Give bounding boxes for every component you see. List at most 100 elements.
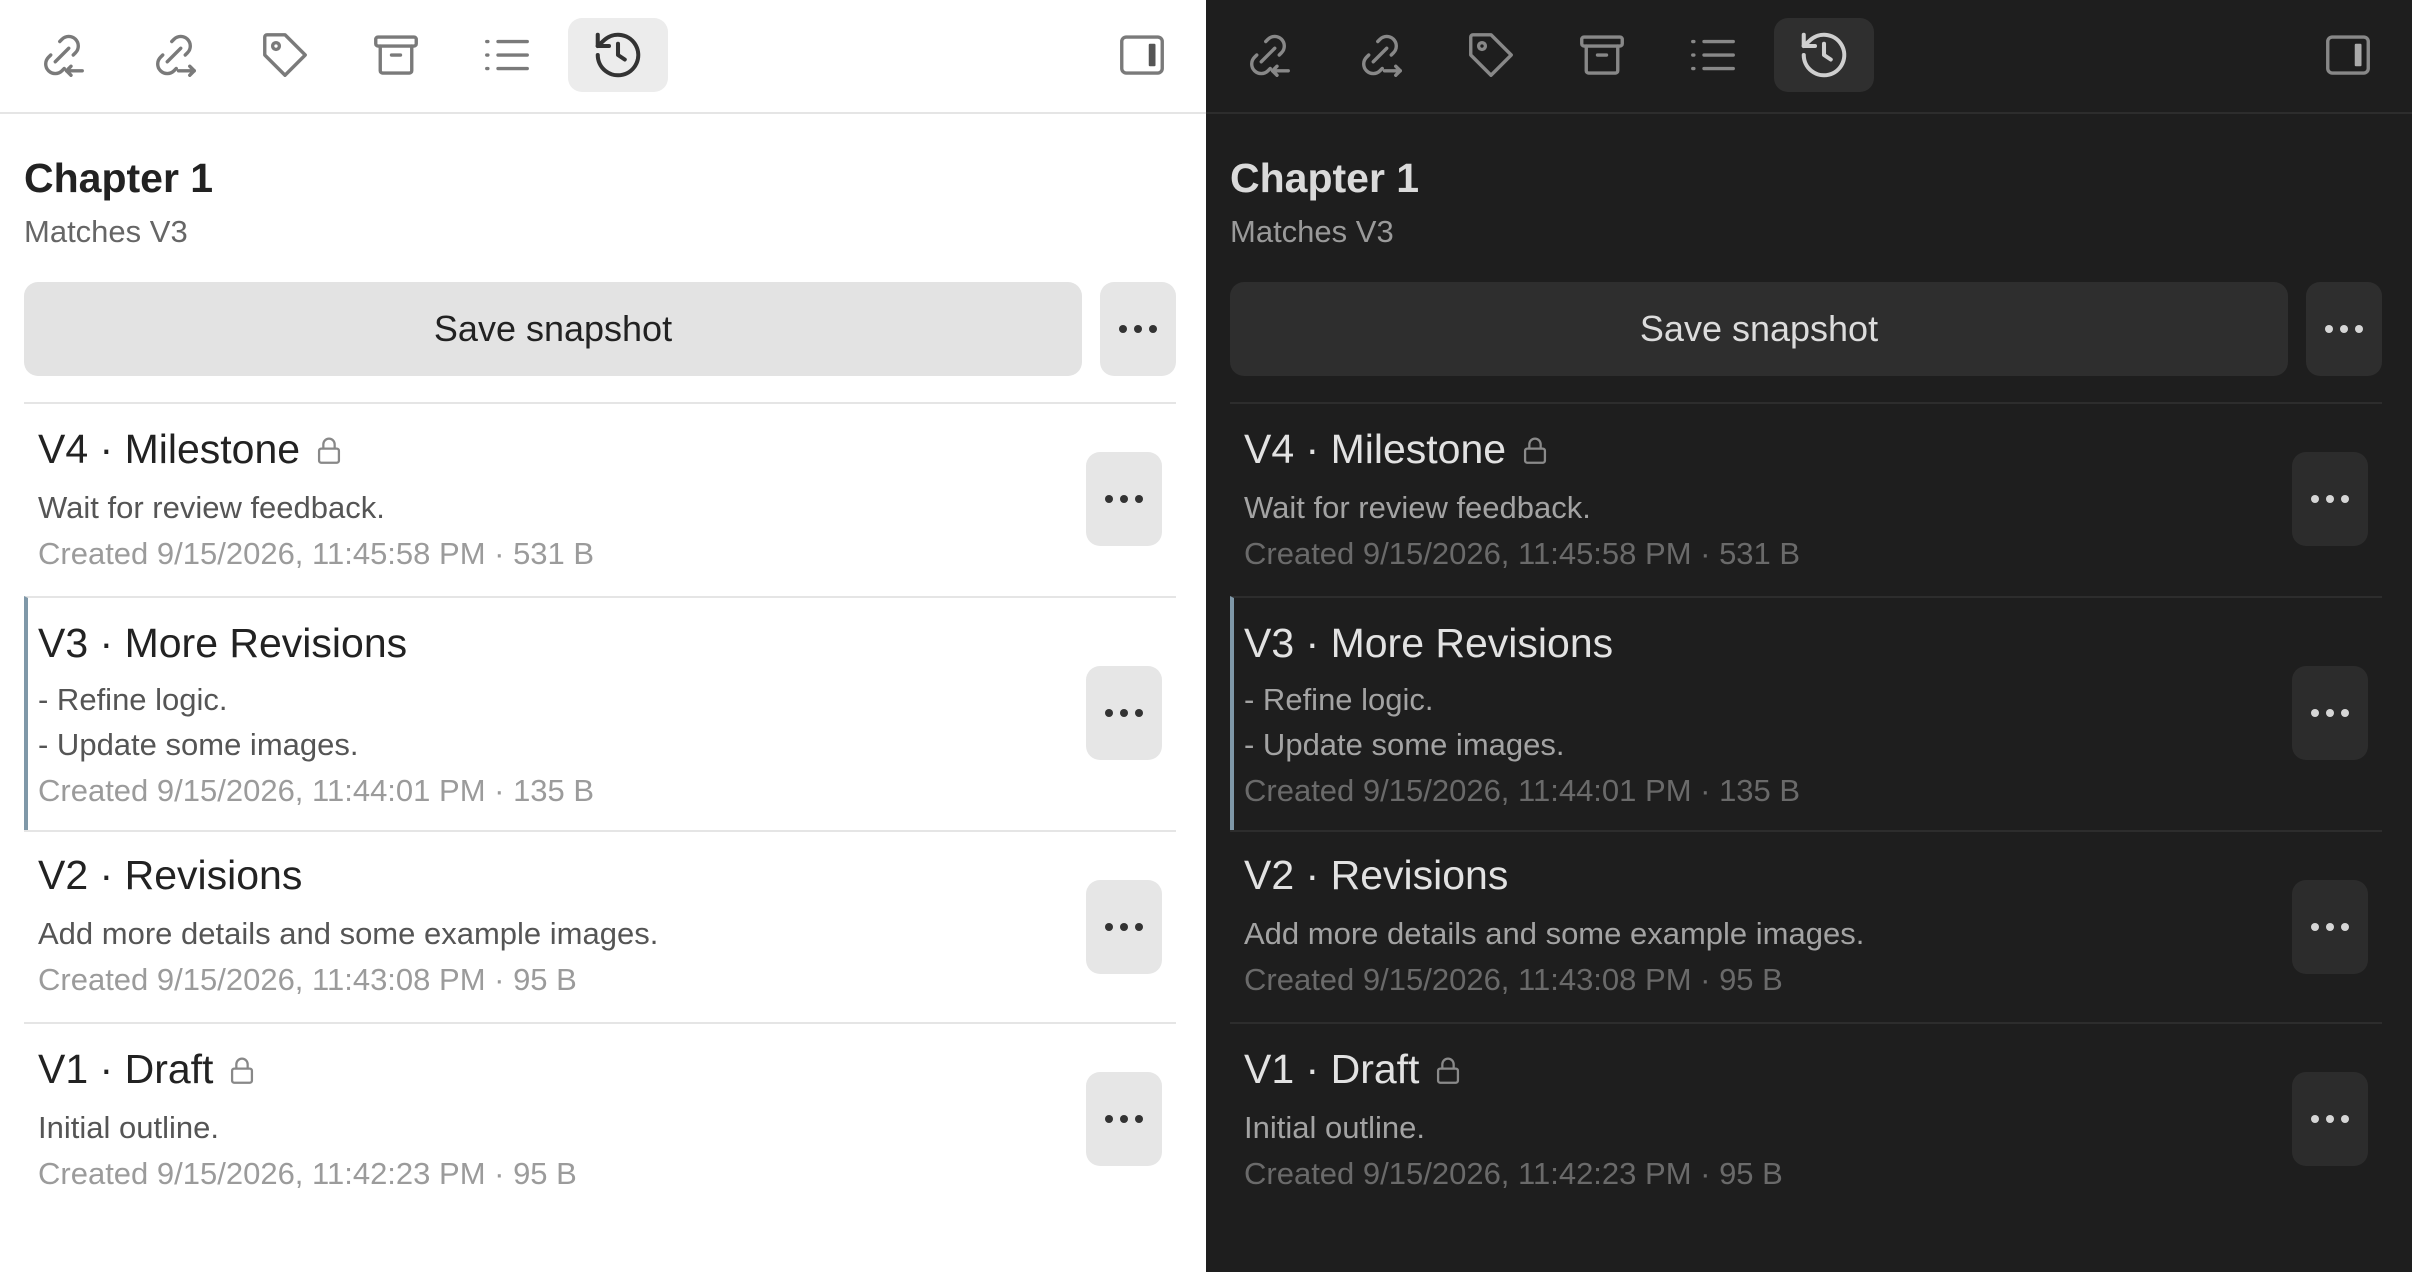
sidebar-toggle-button[interactable] xyxy=(2298,18,2398,92)
snapshot-panel-light: Chapter 1 Matches V3 Save snapshot V4 · … xyxy=(0,0,1206,1272)
snapshot-list: V4 · Milestone Wait for review feedback.… xyxy=(1230,402,2382,1216)
snapshot-title-row: V1 · Draft xyxy=(1244,1024,2382,1093)
history-button[interactable] xyxy=(1774,18,1874,92)
more-icon xyxy=(2311,495,2349,503)
page-title: Chapter 1 xyxy=(24,155,214,201)
snapshot-title: V3 · More Revisions xyxy=(1244,620,1614,666)
more-options-button[interactable] xyxy=(1100,282,1176,376)
more-icon xyxy=(1119,325,1157,333)
snapshot-more-button[interactable] xyxy=(1086,880,1162,974)
snapshot-more-button[interactable] xyxy=(1086,666,1162,760)
snapshot-description: Initial outline. xyxy=(1244,1110,1425,1145)
outline-button[interactable] xyxy=(457,18,557,92)
snapshot-meta: Created 9/15/2026, 11:43:08 PM · 95 B xyxy=(1244,962,1783,997)
snapshot-description-line: - Update some images. xyxy=(38,727,359,762)
snapshot-title-row: V4 · Milestone xyxy=(38,404,1176,473)
snapshot-panel-dark: Chapter 1 Matches V3 Save snapshot V4 · … xyxy=(1206,0,2412,1272)
snapshot-description-line: - Refine logic. xyxy=(38,682,228,717)
snapshot-more-button[interactable] xyxy=(2292,880,2368,974)
snapshot-title: V4 · Milestone xyxy=(1244,426,1507,472)
snapshot-meta: Created 9/15/2026, 11:44:01 PM · 135 B xyxy=(38,773,595,808)
archive-icon xyxy=(374,35,418,75)
snapshot-title-row: V1 · Draft xyxy=(38,1024,1176,1093)
snapshot-description: Wait for review feedback. xyxy=(38,490,385,525)
link-in-button[interactable] xyxy=(12,18,112,92)
more-icon xyxy=(1105,495,1143,503)
snapshot-item[interactable]: V1 · Draft Initial outline. Created 9/15… xyxy=(1230,1022,2382,1216)
tag-icon xyxy=(263,33,307,77)
snapshot-more-button[interactable] xyxy=(2292,452,2368,546)
snapshot-title: V2 · Revisions xyxy=(1244,852,1509,898)
snapshot-item[interactable]: V3 · More Revisions - Refine logic. - Up… xyxy=(24,596,1176,830)
sidebar-toggle-button[interactable] xyxy=(1092,18,1192,92)
snapshot-item[interactable]: V2 · Revisions Add more details and some… xyxy=(1230,830,2382,1022)
snapshot-item[interactable]: V4 · Milestone Wait for review feedback.… xyxy=(1230,402,2382,596)
snapshot-list: V4 · Milestone Wait for review feedback.… xyxy=(24,402,1176,1216)
link-out-icon xyxy=(1362,34,1402,77)
more-icon xyxy=(1105,709,1143,717)
tags-button[interactable] xyxy=(235,18,335,92)
page-subtitle: Matches V3 xyxy=(24,214,188,249)
snapshot-more-button[interactable] xyxy=(2292,1072,2368,1166)
snapshot-description-line: - Update some images. xyxy=(1244,727,1565,762)
snapshot-more-button[interactable] xyxy=(1086,1072,1162,1166)
tag-icon xyxy=(1469,33,1513,77)
snapshot-meta: Created 9/15/2026, 11:43:08 PM · 95 B xyxy=(38,962,577,997)
snapshot-meta: Created 9/15/2026, 11:44:01 PM · 135 B xyxy=(1244,773,1801,808)
snapshot-title-row: V2 · Revisions xyxy=(1244,832,2382,899)
page-title: Chapter 1 xyxy=(1230,155,1420,201)
more-icon xyxy=(2311,1115,2349,1123)
more-icon xyxy=(1105,923,1143,931)
snapshot-item[interactable]: V4 · Milestone Wait for review feedback.… xyxy=(24,402,1176,596)
snapshot-description: Initial outline. xyxy=(38,1110,219,1145)
snapshot-description: Add more details and some example images… xyxy=(38,916,659,951)
sidebar-toggle-icon xyxy=(1120,35,1164,75)
lock-icon xyxy=(1437,1057,1460,1084)
toolbar xyxy=(0,0,1206,114)
link-out-button[interactable] xyxy=(124,18,224,92)
link-in-icon xyxy=(44,34,84,77)
snapshot-meta: Created 9/15/2026, 11:45:58 PM · 531 B xyxy=(1244,536,1801,571)
toolbar xyxy=(1206,0,2412,114)
link-out-button[interactable] xyxy=(1330,18,1430,92)
tags-button[interactable] xyxy=(1441,18,1541,92)
snapshot-title: V3 · More Revisions xyxy=(38,620,408,666)
snapshot-more-button[interactable] xyxy=(2292,666,2368,760)
snapshot-meta: Created 9/15/2026, 11:42:23 PM · 95 B xyxy=(1244,1156,1783,1191)
snapshot-item[interactable]: V1 · Draft Initial outline. Created 9/15… xyxy=(24,1022,1176,1216)
snapshot-description: Add more details and some example images… xyxy=(1244,916,1865,951)
page-subtitle: Matches V3 xyxy=(1230,214,1394,249)
snapshot-title-row: V4 · Milestone xyxy=(1244,404,2382,473)
snapshot-title: V4 · Milestone xyxy=(38,426,301,472)
save-snapshot-button[interactable]: Save snapshot xyxy=(24,282,1082,376)
snapshot-title: V1 · Draft xyxy=(1244,1046,1420,1092)
save-snapshot-button[interactable]: Save snapshot xyxy=(1230,282,2288,376)
outline-button[interactable] xyxy=(1663,18,1763,92)
more-icon xyxy=(2311,923,2349,931)
snapshot-meta: Created 9/15/2026, 11:42:23 PM · 95 B xyxy=(38,1156,577,1191)
archive-button[interactable] xyxy=(1552,18,1652,92)
link-out-icon xyxy=(156,34,196,77)
list-icon xyxy=(485,39,529,71)
more-icon xyxy=(2325,325,2363,333)
snapshot-item[interactable]: V2 · Revisions Add more details and some… xyxy=(24,830,1176,1022)
snapshot-title: V1 · Draft xyxy=(38,1046,214,1092)
link-in-button[interactable] xyxy=(1218,18,1318,92)
more-options-button[interactable] xyxy=(2306,282,2382,376)
archive-icon xyxy=(1580,35,1624,75)
more-icon xyxy=(1105,1115,1143,1123)
snapshot-meta: Created 9/15/2026, 11:45:58 PM · 531 B xyxy=(38,536,595,571)
lock-icon xyxy=(1524,437,1547,464)
snapshot-item[interactable]: V3 · More Revisions - Refine logic. - Up… xyxy=(1230,596,2382,830)
list-icon xyxy=(1691,39,1735,71)
history-icon xyxy=(1801,32,1847,78)
snapshot-title-row: V3 · More Revisions xyxy=(1244,598,2382,667)
snapshot-description: Wait for review feedback. xyxy=(1244,490,1591,525)
snapshot-title-row: V3 · More Revisions xyxy=(38,598,1176,667)
lock-icon xyxy=(231,1057,254,1084)
history-button[interactable] xyxy=(568,18,668,92)
snapshot-title-row: V2 · Revisions xyxy=(38,832,1176,899)
sidebar-toggle-icon xyxy=(2326,35,2370,75)
snapshot-more-button[interactable] xyxy=(1086,452,1162,546)
archive-button[interactable] xyxy=(346,18,446,92)
